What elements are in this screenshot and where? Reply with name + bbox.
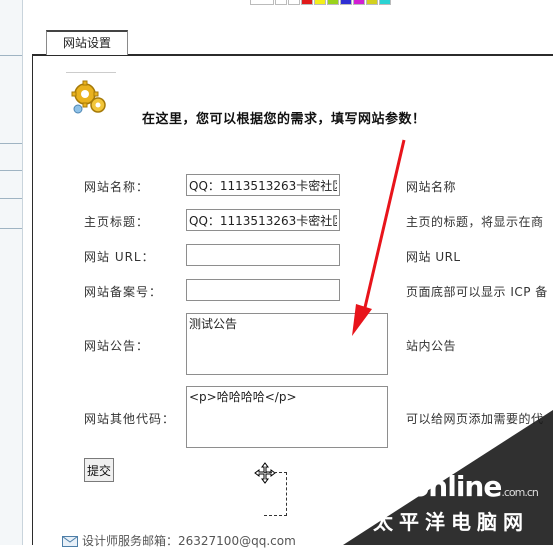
site-url-label: 网站 URL： <box>84 250 155 264</box>
notice-label: 网站公告： <box>84 339 150 353</box>
site-name-hint: 网站名称 <box>406 180 457 194</box>
color-swatch[interactable] <box>340 0 352 5</box>
color-swatch[interactable] <box>275 0 287 5</box>
divider <box>66 72 116 73</box>
settings-gears-icon <box>71 80 106 114</box>
color-swatch[interactable] <box>301 0 313 5</box>
color-swatch-strip <box>250 0 391 5</box>
color-swatch[interactable] <box>366 0 378 5</box>
watermark-brand: PConline.com.cn <box>371 470 539 503</box>
sidebar <box>0 0 23 545</box>
icp-label: 网站备案号： <box>84 285 163 299</box>
home-title-label: 主页标题： <box>84 215 150 229</box>
footer-contact-text: 设计师服务邮箱：26327100@qq.com <box>82 534 296 548</box>
mail-icon <box>62 536 78 547</box>
notice-textarea[interactable]: 测试公告 <box>186 313 388 375</box>
sidebar-divider <box>0 170 22 171</box>
content-border <box>32 54 33 545</box>
footer-contact: 设计师服务邮箱：26327100@qq.com <box>62 532 296 549</box>
other-code-label: 网站其他代码： <box>84 412 176 426</box>
home-title-hint: 主页的标题，将显示在商 <box>406 215 544 229</box>
watermark-brand-text: PConline <box>371 470 502 503</box>
icp-input[interactable] <box>186 279 340 301</box>
color-swatch[interactable] <box>250 0 274 5</box>
icp-hint: 页面底部可以显示 ICP 备 <box>406 285 548 299</box>
pconline-watermark: PConline.com.cn 太平洋电脑网 <box>343 410 553 545</box>
color-swatch[interactable] <box>379 0 391 5</box>
tab-site-settings[interactable]: 网站设置 <box>46 30 128 55</box>
tab-bar: 网站设置 <box>32 30 553 56</box>
sidebar-divider <box>0 228 22 229</box>
notice-hint: 站内公告 <box>406 339 457 353</box>
color-swatch[interactable] <box>353 0 365 5</box>
color-swatch[interactable] <box>314 0 326 5</box>
watermark-cn: 太平洋电脑网 <box>373 510 529 534</box>
sidebar-divider <box>0 198 22 199</box>
site-name-input[interactable] <box>186 174 340 196</box>
site-url-input[interactable] <box>186 244 340 266</box>
page-intro: 在这里，您可以根据您的需求，填写网站参数！ <box>142 112 426 127</box>
home-title-input[interactable] <box>186 209 340 231</box>
selection-outline <box>264 472 287 516</box>
sidebar-divider <box>0 55 22 56</box>
submit-button[interactable]: 提交 <box>84 458 114 482</box>
watermark-suffix: .com.cn <box>501 486 539 499</box>
site-url-hint: 网站 URL <box>406 250 461 264</box>
sidebar-divider <box>0 143 22 144</box>
color-swatch[interactable] <box>288 0 300 5</box>
site-name-label: 网站名称： <box>84 180 150 194</box>
color-swatch[interactable] <box>327 0 339 5</box>
